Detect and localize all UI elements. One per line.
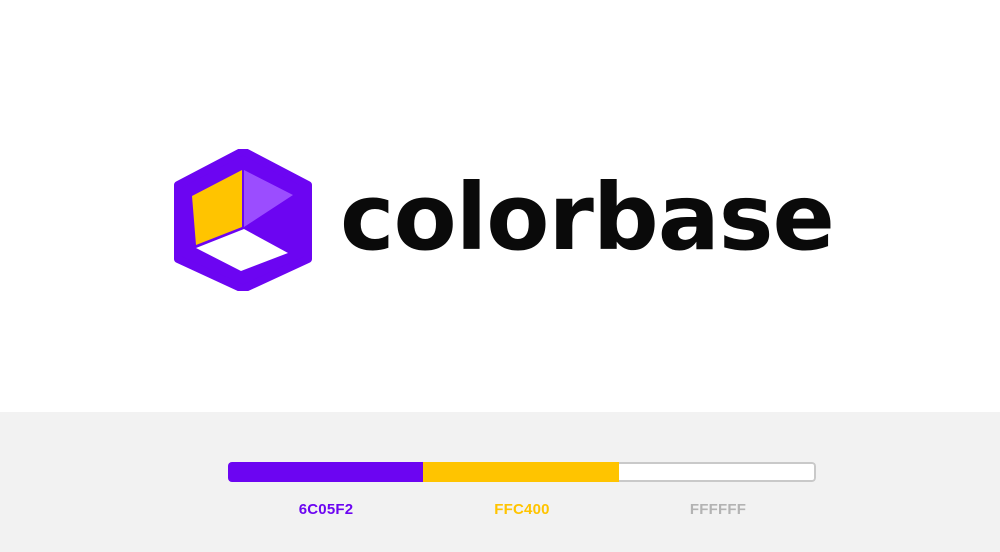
- logo-showcase: colorbase: [0, 0, 1000, 412]
- swatch-white: [618, 462, 816, 482]
- swatch-secondary: [423, 462, 619, 482]
- hexagon-cube-logo-icon: [172, 147, 314, 293]
- swatch-label-white: FFFFFF: [689, 501, 747, 518]
- swatch-primary: [228, 462, 424, 482]
- brand-wordmark: colorbase: [340, 164, 835, 271]
- palette-swatch-bar: [228, 462, 816, 482]
- swatch-label-secondary: FFC400: [494, 501, 550, 518]
- color-palette: 6C05F2 FFC400 FFFFFF: [0, 412, 1000, 552]
- palette-labels: 6C05F2 FFC400 FFFFFF: [228, 501, 816, 518]
- swatch-label-primary: 6C05F2: [298, 501, 354, 518]
